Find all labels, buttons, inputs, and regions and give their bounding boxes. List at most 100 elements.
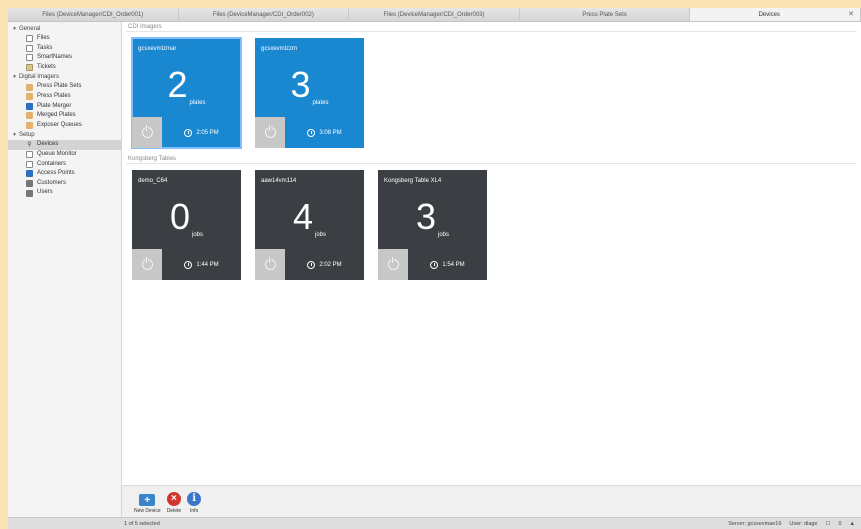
- section-label: Digital Imagers: [18, 74, 59, 81]
- sidebar-item-queue-monitor[interactable]: Queue Monitor: [8, 150, 121, 160]
- monitor-icon: [26, 151, 33, 159]
- device-card[interactable]: Kongsberg Table XL4 3 jobs 1:54 PM: [378, 170, 487, 280]
- user-status: User: diage: [789, 521, 818, 527]
- container-icon: [26, 160, 33, 168]
- new-device-label: New Device: [134, 508, 161, 514]
- device-count: 4: [292, 196, 313, 237]
- tab-devices-label: Devices: [758, 12, 780, 18]
- device-card[interactable]: gcsxevmlzmar 2 plates 2:05 PM: [131, 37, 242, 149]
- tab-files-order002[interactable]: Files (DeviceManager/CDI_Order002): [178, 8, 350, 21]
- device-count-unit: jobs: [315, 232, 327, 238]
- device-time: 1:44 PM: [162, 249, 241, 280]
- device-time: 1:54 PM: [408, 249, 487, 280]
- sidebar-item-label: Exposer Queues: [37, 121, 82, 128]
- device-name: aaw14vm114: [261, 178, 297, 184]
- sidebar-item-users[interactable]: Users: [8, 188, 121, 198]
- tab-bar: Files (DeviceManager/CDI_Order001) Files…: [8, 8, 861, 22]
- sidebar-item-merged-plates[interactable]: Merged Plates: [8, 111, 121, 121]
- close-icon[interactable]: ✕: [848, 8, 854, 21]
- sidebar-section-setup[interactable]: ▼ Setup: [8, 130, 121, 140]
- device-time-label: 2:02 PM: [319, 261, 342, 268]
- application-window: Files (DeviceManager/CDI_Order001) Files…: [8, 8, 861, 529]
- monitor-icon: ☐: [825, 521, 831, 527]
- sidebar: ▼ General Files Tasks SmartNames Tickets …: [8, 22, 122, 517]
- sidebar-item-label: Containers: [37, 160, 67, 167]
- device-time: 3:08 PM: [285, 117, 364, 148]
- device-pin-icon: ⚲: [27, 141, 32, 148]
- sidebar-item-smartnames[interactable]: SmartNames: [8, 53, 121, 63]
- sidebar-item-exposer-queues[interactable]: Exposer Queues: [8, 121, 121, 131]
- sidebar-item-label: Devices: [37, 141, 59, 148]
- delete-button[interactable]: × Delete: [167, 492, 181, 514]
- device-time-label: 2:05 PM: [196, 129, 219, 136]
- info-label: Info: [189, 508, 199, 514]
- device-name: demo_C64: [138, 178, 168, 184]
- sidebar-item-label: Access Points: [37, 170, 75, 177]
- clock-icon: [430, 260, 439, 269]
- sidebar-item-devices[interactable]: ⚲ Devices: [8, 140, 121, 150]
- section-label: General: [18, 26, 41, 32]
- sidebar-item-tasks[interactable]: Tasks: [8, 44, 121, 54]
- power-icon: [387, 257, 399, 270]
- count-status: 0: [838, 521, 842, 527]
- status-bar: 1 of 5 selected Server: gcsxevmae16 User…: [8, 517, 861, 529]
- power-button[interactable]: [378, 249, 408, 280]
- sidebar-item-label: Files: [37, 35, 50, 41]
- queue-icon: [26, 122, 33, 130]
- device-time-label: 1:54 PM: [442, 261, 465, 268]
- group-label-kongsberg-tables: Kongsberg Tables: [126, 154, 857, 164]
- device-card[interactable]: demo_C64 0 jobs 1:44 PM: [132, 170, 241, 280]
- power-button[interactable]: [255, 249, 285, 280]
- power-icon: [264, 125, 276, 138]
- sidebar-item-label: Users: [37, 189, 53, 196]
- group-label-cdi-imagers: CDI Imagers: [126, 22, 857, 32]
- device-count: 3: [290, 64, 311, 105]
- power-button[interactable]: [255, 117, 285, 148]
- handle-icon[interactable]: ▲: [850, 518, 855, 529]
- device-name: Kongsberg Table XL4: [384, 178, 442, 184]
- sidebar-item-customers[interactable]: Customers: [8, 179, 121, 189]
- sidebar-section-digital-imagers[interactable]: ▼ Digital Imagers: [8, 72, 121, 82]
- device-count: 2: [167, 64, 188, 105]
- customers-icon: [26, 180, 33, 188]
- device-card[interactable]: aaw14vm114 4 jobs 2:02 PM: [255, 170, 364, 280]
- sidebar-item-press-plates[interactable]: Press Plates: [8, 92, 121, 102]
- triangle-down-icon: ▼: [12, 74, 17, 81]
- sidebar-item-access-points[interactable]: Access Points: [8, 169, 121, 179]
- tab-files-order003[interactable]: Files (DeviceManager/CDI_Order003): [349, 8, 520, 21]
- sidebar-item-files[interactable]: Files: [8, 34, 121, 44]
- triangle-down-icon: ▼: [12, 26, 17, 32]
- new-device-button[interactable]: + New Device: [134, 494, 161, 514]
- sidebar-item-plate-merger[interactable]: Plate Merger: [8, 102, 121, 112]
- sidebar-item-label: Press Plates: [37, 92, 71, 99]
- kongsberg-card-list: demo_C64 0 jobs 1:44 PM aaw14vm114 4 jobs …: [126, 164, 857, 286]
- plate-icon: [26, 93, 33, 101]
- sidebar-item-tickets[interactable]: Tickets: [8, 63, 121, 73]
- tab-files-order001[interactable]: Files (DeviceManager/CDI_Order001): [8, 8, 179, 21]
- tab-press-plate-sets[interactable]: Press Plate Sets: [519, 8, 691, 21]
- clock-icon: [307, 260, 316, 269]
- device-time-label: 1:44 PM: [196, 261, 219, 268]
- sidebar-item-label: Tasks: [37, 44, 53, 51]
- sidebar-item-label: Press Plate Sets: [37, 83, 82, 90]
- sidebar-item-press-plate-sets[interactable]: Press Plate Sets: [8, 82, 121, 92]
- device-card[interactable]: gcsxevmlzzm 3 plates 3:08 PM: [255, 38, 364, 148]
- sidebar-item-label: Queue Monitor: [37, 150, 77, 157]
- power-icon: [141, 257, 153, 270]
- sidebar-item-containers[interactable]: Containers: [8, 160, 121, 170]
- task-icon: [26, 44, 33, 52]
- clock-icon: [184, 128, 193, 137]
- triangle-down-icon: ▼: [12, 132, 17, 139]
- delete-label: Delete: [166, 508, 182, 514]
- sidebar-section-general[interactable]: ▼ General: [8, 24, 121, 34]
- delete-icon: ×: [166, 492, 181, 506]
- power-button[interactable]: [132, 249, 162, 280]
- tab-devices[interactable]: Devices ✕: [690, 8, 861, 21]
- file-icon: [26, 35, 33, 43]
- clock-icon: [307, 128, 316, 137]
- sidebar-item-label: Customers: [37, 179, 67, 186]
- power-icon: [141, 125, 153, 138]
- sidebar-item-label: Plate Merger: [37, 102, 72, 109]
- power-button[interactable]: [132, 117, 162, 148]
- info-button[interactable]: i Info: [187, 492, 202, 514]
